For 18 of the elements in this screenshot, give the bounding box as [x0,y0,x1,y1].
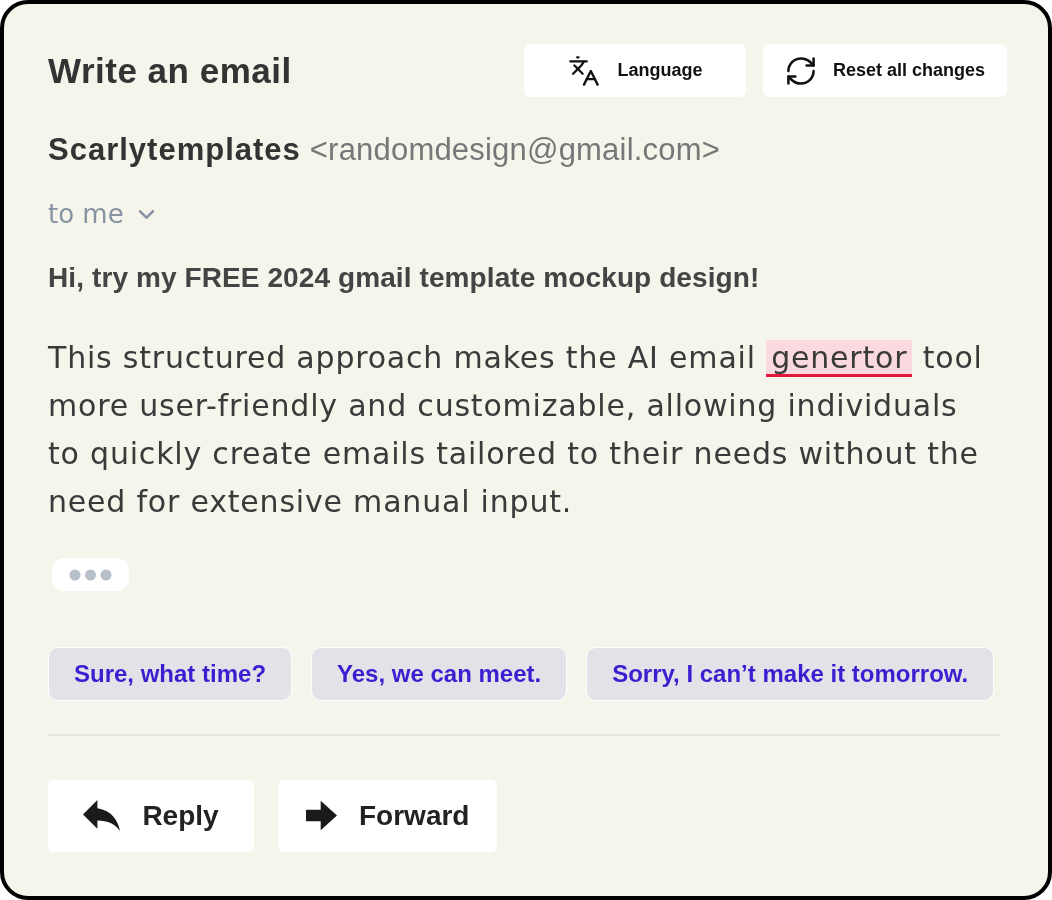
window-title: Write an email [48,49,292,92]
translate-icon [569,55,600,86]
reset-button[interactable]: Reset all changes [762,44,1007,97]
reply-arrow-icon [83,800,121,831]
typing-indicator-icon [52,558,129,591]
email-body-text: This structured approach makes the AI email genertor tool more user-friendly and customizable, allowing individuals to quickly create emails tailored to their needs without the need for extensive manual input. [48,339,984,521]
sender-email: <randomdesign@gmail.com> [309,132,720,167]
misspelled-word[interactable]: genertor [766,340,913,377]
right-arrow-icon [306,800,337,831]
language-button[interactable]: Language [523,44,746,97]
sender-name: Scarlytemplates [48,132,301,167]
suggestion-chip[interactable]: Sure, what time? [48,647,293,701]
refresh-icon [786,56,815,85]
email-subject: Hi, try my FREE 2024 gmail template mockup design! [48,261,761,295]
forward-button[interactable]: Forward [278,779,498,852]
suggestion-chip[interactable]: Sorry, I can’t make it tomorrow. [586,647,995,701]
suggestion-chip[interactable]: Yes, we can meet. [311,647,568,701]
reply-button[interactable]: Reply [48,779,254,852]
